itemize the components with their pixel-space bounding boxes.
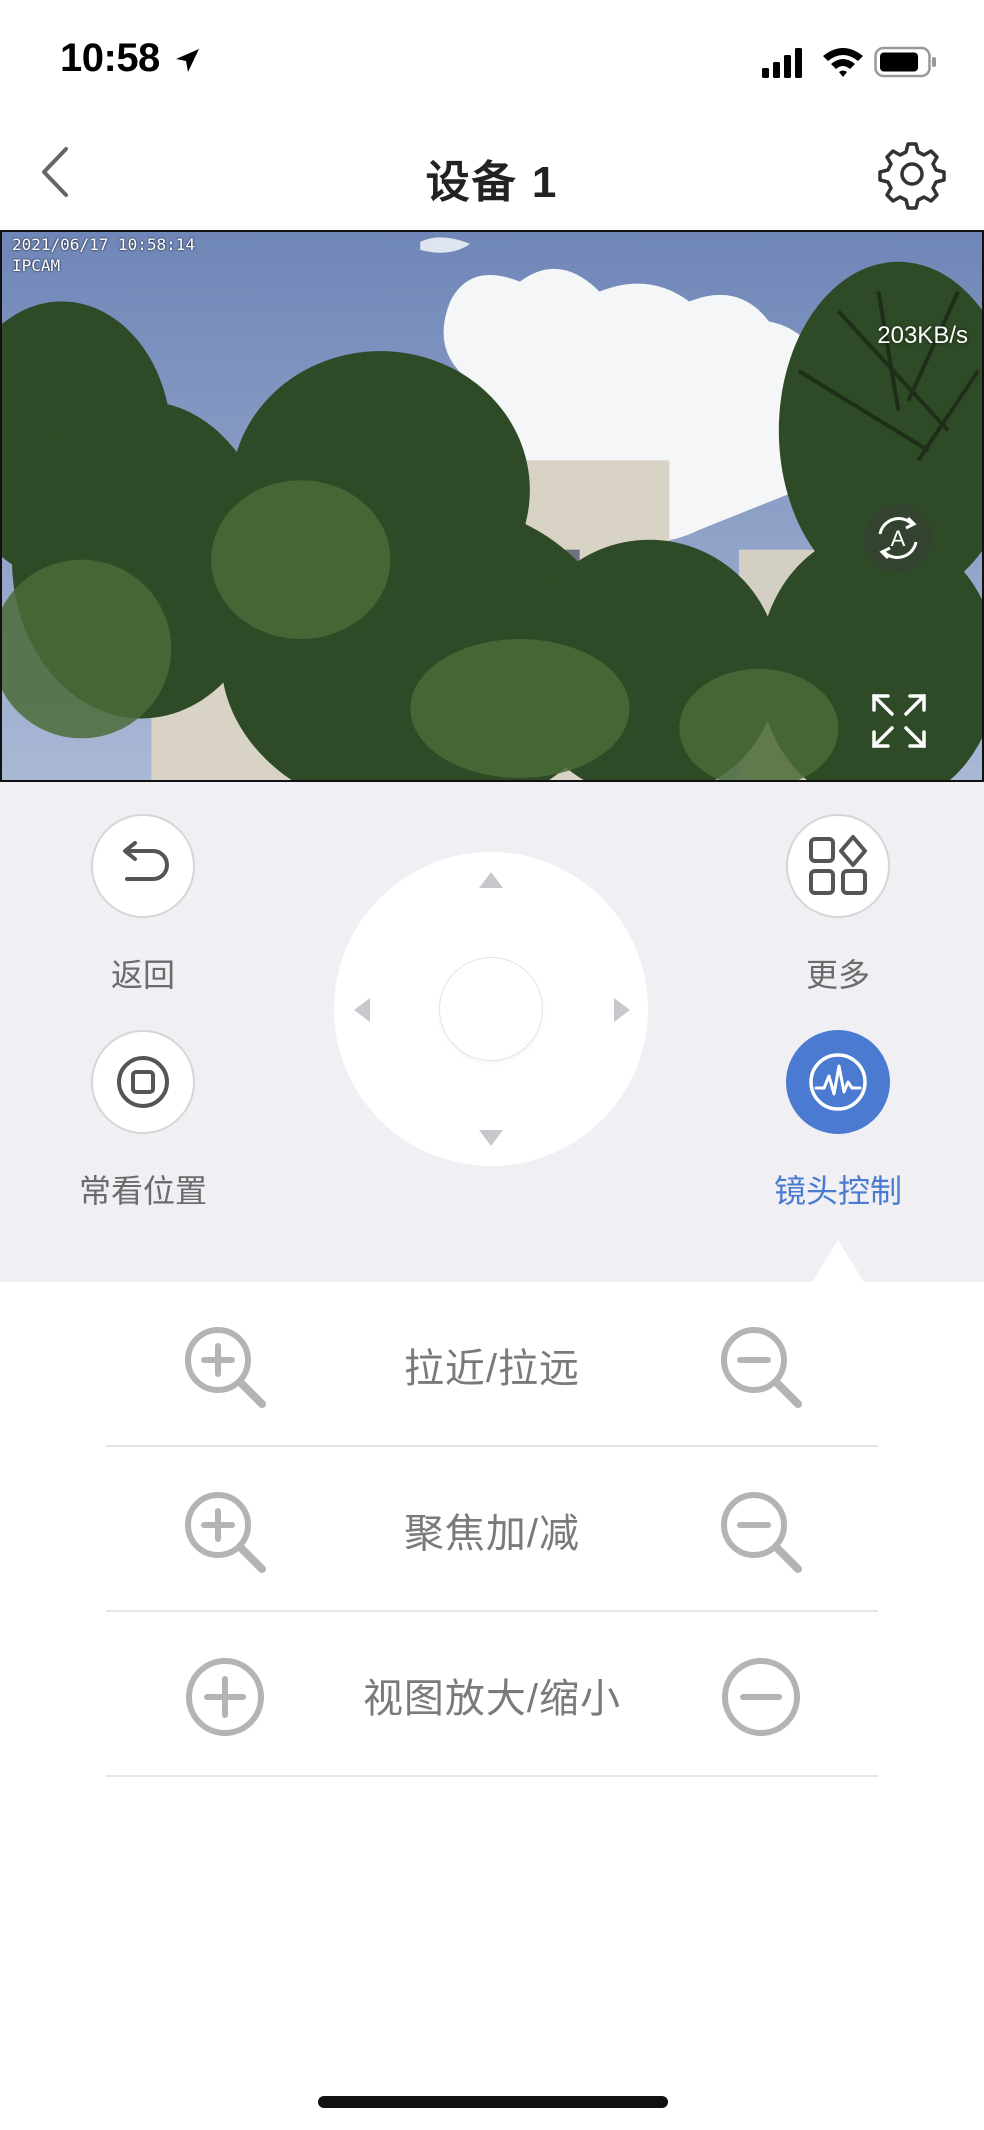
bitrate-label: 203KB/s [877, 322, 968, 349]
svg-text:A: A [891, 526, 906, 551]
gear-icon[interactable] [876, 138, 948, 210]
joystick-handle[interactable] [440, 958, 542, 1060]
minus-circle-icon[interactable] [716, 1652, 806, 1742]
return-label: 返回 [110, 957, 175, 993]
auto-rotate-icon: A [878, 516, 918, 560]
zoom-row: 拉近/拉远 [106, 1282, 878, 1447]
preset-position-label: 常看位置 [78, 1173, 207, 1209]
active-tab-pointer [812, 1240, 864, 1282]
status-time: 10:58 [60, 36, 160, 80]
waveform-icon [809, 1053, 867, 1111]
grid-shapes-icon [809, 835, 867, 895]
fullscreen-icon[interactable] [868, 690, 930, 752]
video-scene [2, 232, 982, 780]
pan-up-arrow[interactable] [479, 872, 503, 888]
lens-control-label: 镜头控制 [773, 1173, 902, 1209]
pan-left-arrow[interactable] [354, 998, 370, 1022]
target-square-icon [117, 1056, 169, 1108]
location-arrow-icon [176, 49, 199, 72]
camera-label: IPCAM [12, 256, 61, 275]
focus-row: 聚焦加/减 [106, 1447, 878, 1612]
pan-down-arrow[interactable] [479, 1130, 503, 1146]
zoom-out-icon[interactable] [716, 1322, 806, 1412]
view-scale-row: 视图放大/缩小 [106, 1612, 878, 1777]
battery-icon [874, 46, 936, 78]
home-indicator [318, 2096, 668, 2108]
lens-control-button[interactable] [786, 1030, 890, 1134]
page-title: 设备 1 [425, 158, 559, 207]
return-button[interactable] [91, 814, 195, 918]
preset-position-button[interactable] [91, 1030, 195, 1134]
cellular-signal-icon [762, 48, 802, 78]
video-timestamp: 2021/06/17 10:58:14 [12, 235, 196, 254]
wifi-icon [823, 48, 863, 77]
undo-arrow-icon [123, 841, 169, 881]
more-button[interactable] [786, 814, 890, 918]
status-bar: 10:58 [0, 0, 984, 110]
video-feed[interactable]: 2021/06/17 10:58:14 IPCAM 203KB/s A [0, 230, 984, 782]
auto-rotate-button[interactable]: A [864, 504, 932, 572]
more-label: 更多 [805, 957, 870, 993]
pan-right-arrow[interactable] [614, 998, 630, 1022]
focus-out-icon[interactable] [716, 1487, 806, 1577]
